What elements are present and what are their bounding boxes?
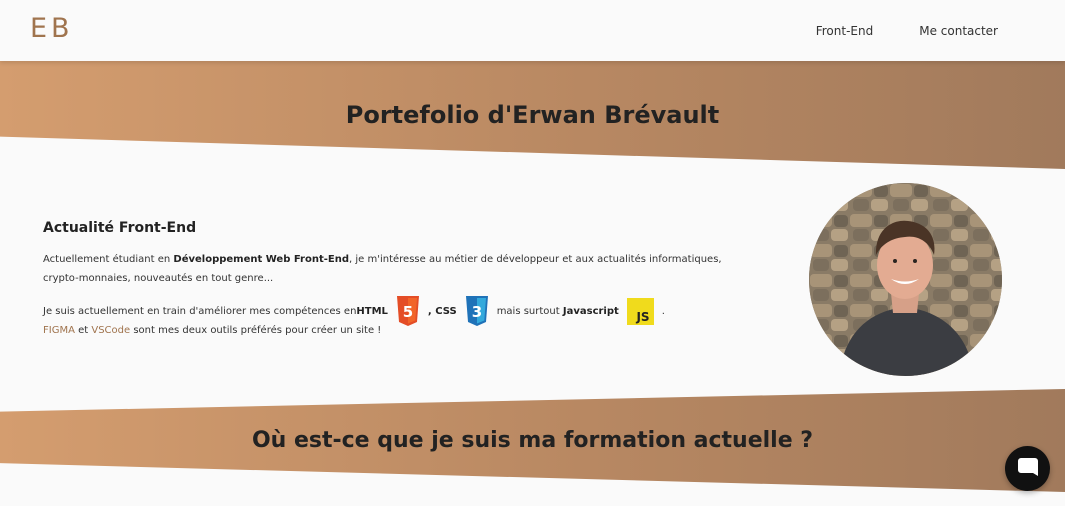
html5-icon: 5: [396, 296, 420, 326]
vscode-link[interactable]: VSCode: [91, 325, 130, 336]
skill-css: , CSS: [427, 305, 457, 317]
nav-link-front-end[interactable]: Front-End: [816, 23, 874, 39]
tools-paragraph: FIGMA et VSCode sont mes deux outils pré…: [43, 324, 743, 338]
about-section: Actualité Front-End Actuellement étudian…: [43, 220, 743, 338]
html5-badge-label: 5: [403, 303, 413, 321]
skill-js: Javascript: [562, 305, 619, 317]
javascript-icon: JS: [626, 297, 654, 325]
tools-and: et: [74, 325, 92, 336]
skills-prefix: Je suis actuellement en train d'améliore…: [43, 305, 357, 317]
nav-link-contact[interactable]: Me contacter: [919, 23, 998, 39]
page-title: Portefolio d'Erwan Brévault: [345, 101, 720, 129]
section-heading: Actualité Front-End: [43, 220, 197, 236]
intro-paragraph: Actuellement étudiant en Développement W…: [43, 250, 743, 288]
main-nav: Front-End Me contacter: [816, 23, 998, 39]
skills-end: .: [661, 305, 665, 317]
profile-photo: [809, 183, 1002, 376]
skill-html: HTML: [356, 305, 388, 317]
formation-title: Où est-ce que je suis ma formation actue…: [251, 428, 814, 453]
logo[interactable]: EB: [30, 14, 74, 44]
css3-icon: 3: [465, 296, 489, 326]
intro-bold: Développement Web Front-End: [173, 254, 350, 265]
chat-button[interactable]: [1005, 446, 1050, 491]
css3-badge-label: 3: [471, 303, 481, 321]
site-header: EB Front-End Me contacter: [0, 0, 1065, 61]
figma-link[interactable]: FIGMA: [43, 325, 75, 336]
tools-suffix: sont mes deux outils préférés pour créer…: [130, 325, 382, 336]
js-badge-label: JS: [635, 310, 649, 324]
skills-mid: mais surtout: [496, 305, 560, 317]
chat-icon: [1016, 455, 1040, 483]
intro-prefix: Actuellement étudiant en: [43, 254, 174, 265]
skills-line: Je suis actuellement en train d'améliore…: [43, 296, 743, 326]
